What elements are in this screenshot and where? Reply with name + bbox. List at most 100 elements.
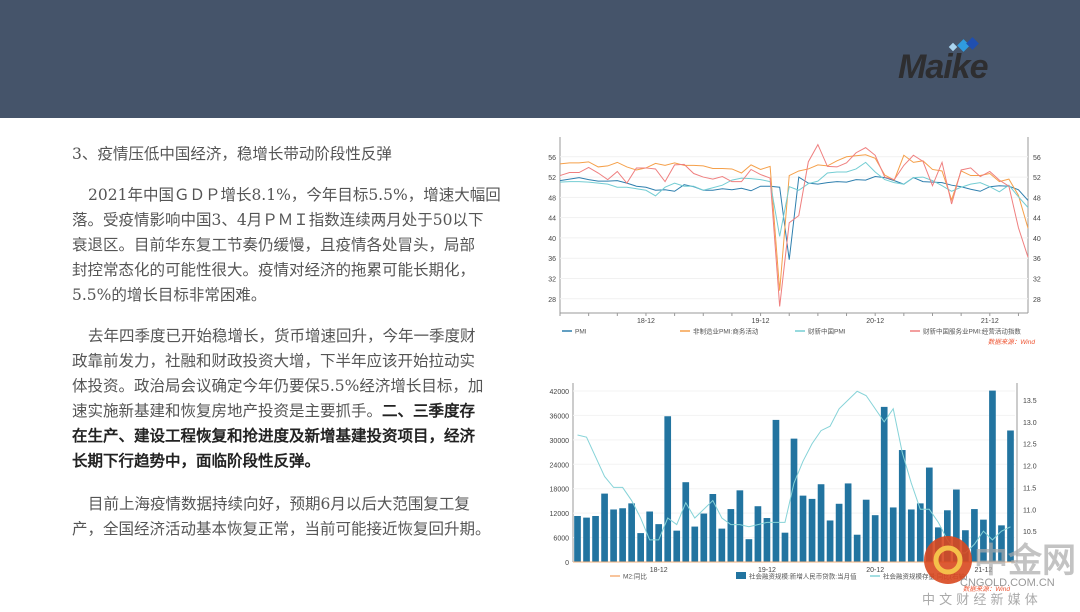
text-line: 2021年中国ＧＤＰ增长8.1%，今年目标5.5%，增速大幅回 [88,186,501,204]
bar [610,509,617,562]
text-line: 目前上海疫情数据持续向好，预期6月以后大范围复工复 [88,495,470,513]
bar [745,539,753,562]
bar [727,509,735,562]
bar [655,524,663,562]
maike-logo: Maike [896,37,1026,88]
bar [862,499,870,562]
bar [889,507,897,562]
bar [790,438,798,562]
bar [673,530,681,562]
text-segment: 政靠前发力，社融和财政投资大增，下半年应该开始拉动实 [72,352,476,370]
y-tick-label: 40 [548,236,556,243]
bar [628,503,635,562]
text-line: 封控常态化的可能性很大。疫情对经济的拖累可能长期化， [72,261,476,279]
header-banner: Maike [0,0,1080,118]
bar [646,511,654,562]
cngold-watermark: 中金网 CNGOLD.COM.CN 中 文 财 经 新 媒 体 [920,530,1080,608]
bar [592,515,599,562]
y2-tick-label: 52 [1033,175,1041,182]
x-tick-label: 21-12 [981,318,999,325]
bar [601,493,608,562]
text-line: 体投资。政治局会议确定今年仍要保5.5%经济增长目标，加 [72,374,483,396]
y2-tick-label: 13.5 [1023,398,1037,405]
source-note: 数据来源：Wind [988,338,1036,346]
text-line: 在生产、建设工程恢复和抢进度及新增基建投资项目，经济 [72,424,475,446]
bar [907,509,915,562]
x-tick-label: 20-12 [866,318,884,325]
y2-tick-label: 12.0 [1023,464,1037,471]
text-line: 政靠前发力，社融和财政投资大增，下半年应该开始拉动实 [72,349,475,371]
bar [700,513,708,562]
text-segment: 二、三季度存 [382,401,476,420]
y-tick-label: 36 [548,256,556,263]
legend-label: M2:同比 [623,572,647,581]
text-segment: 速实施新基建和恢复房地产投资是主要抓手。 [72,402,383,420]
bar [574,515,581,562]
text-line: 速实施新基建和恢复房地产投资是主要抓手。二、三季度存 [72,399,475,421]
legend-label: 财新中国服务业PMI:经营活动指数 [923,327,1021,336]
legend-label: 非制造业PMI:商务活动 [693,327,759,336]
y2-tick-label: 32 [1033,277,1041,284]
bar [754,506,762,562]
svg-text:CNGOLD.COM.CN: CNGOLD.COM.CN [960,577,1055,589]
bar [871,515,879,562]
y2-tick-label: 12.5 [1023,442,1037,449]
bar [898,450,906,562]
bar [844,483,852,562]
bar [880,406,888,562]
bar [781,532,789,562]
svg-text:中金网: 中金网 [974,541,1076,581]
series-line-3 [559,143,1029,307]
y2-tick-label: 56 [1033,155,1041,162]
y-tick-label: 36000 [550,413,570,420]
text-segment: 体投资。政治局会议确定今年仍要保5.5%经济增长目标，加 [72,377,484,395]
y-tick-label: 30000 [550,438,570,445]
y-tick-label: 12000 [550,511,570,518]
text-segment: 长期下行趋势中，面临阶段性反弹。 [72,451,321,470]
x-tick-label: 19-12 [752,318,770,325]
bar [853,534,861,562]
y-tick-label: 44 [548,216,556,223]
legend-label: 社会融资规模:新增人民币贷款:当月值 [749,572,857,581]
text-line: 3、疫情压低中国经济，稳增长带动阶段性反弹 [72,145,392,163]
y-tick-label: 52 [548,175,556,182]
bar [637,533,644,562]
bar [619,508,626,562]
y2-tick-label: 36 [1033,256,1041,263]
y2-tick-label: 13.0 [1023,420,1037,427]
bar [763,518,771,562]
y-tick-label: 28 [548,297,556,304]
bar [799,495,807,562]
bar [691,526,699,562]
y2-tick-label: 40 [1033,236,1041,243]
text-line: 长期下行趋势中，面临阶段性反弹。 [72,449,320,471]
bar [826,520,834,562]
y2-tick-label: 28 [1033,297,1041,304]
legend-label: PMI [575,329,587,336]
x-tick-label: 18-12 [650,567,668,574]
y-tick-label: 42000 [550,389,570,396]
y-tick-label: 18000 [550,487,570,494]
svg-text:中 文 财 经 新 媒 体: 中 文 财 经 新 媒 体 [922,592,1038,608]
y-tick-label: 6000 [553,536,569,543]
text-segment: 去年四季度已开始稳增长，货币增速回升，今年一季度财 [88,327,476,345]
logo-text: Maike [898,48,988,86]
legend-label: 财新中国PMI [808,327,846,336]
bar [817,484,825,562]
y-tick-label: 48 [548,195,556,202]
pmi-line-chart: 28 28 32 32 36 36 40 40 44 44 48 48 52 52 56 56 18-12 19-… [548,137,1041,346]
bar [808,498,816,562]
bar [835,503,843,562]
bar [664,416,672,562]
text-line: 产，全国经济活动基本恢复正常，当前可能接近恢复回升期。 [72,520,491,538]
text-segment: 在生产、建设工程恢复和抢进度及新增基建投资项目，经济 [72,426,476,445]
y2-tick-label: 11.0 [1023,507,1036,514]
y-tick-label: 56 [548,155,556,162]
x-tick-label: 20-12 [866,567,884,574]
text-line: 落。受疫情影响中国3、4月ＰＭＩ指数连续两月处于50以下 [72,211,484,229]
cngold-logo-icon: 中金网 CNGOLD.COM.CN 中 文 财 经 新 媒 体 [922,536,1076,608]
x-tick-label: 18-12 [637,318,655,325]
bar [772,419,780,562]
y2-tick-label: 44 [1033,216,1041,223]
y-tick-label: 24000 [550,462,570,469]
